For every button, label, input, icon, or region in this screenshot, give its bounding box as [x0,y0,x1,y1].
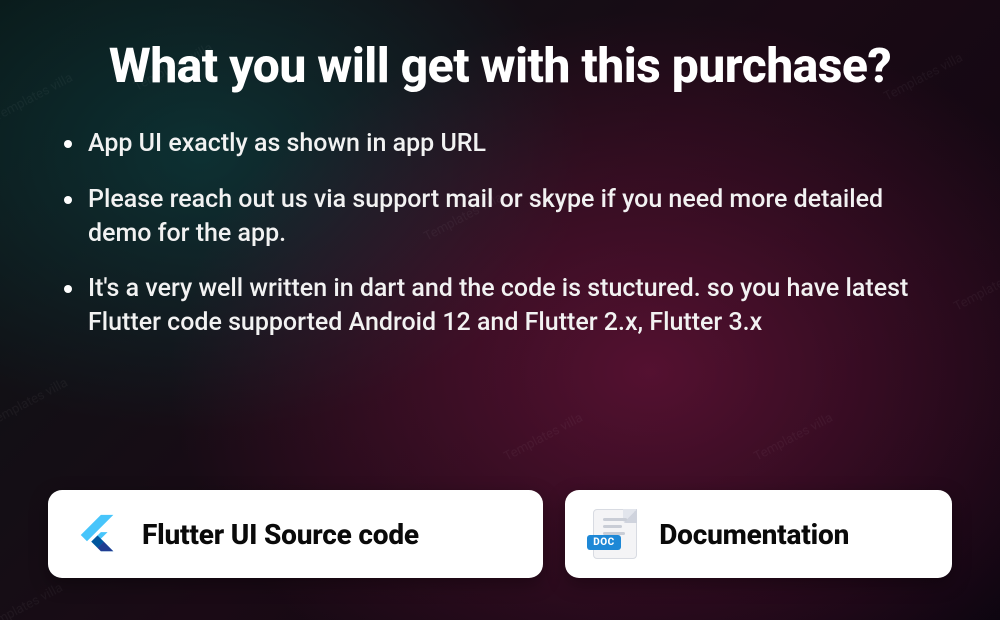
watermark-text: Templates villa [952,260,1000,314]
card-documentation: DOC Documentation [565,490,952,578]
flutter-icon [72,508,124,560]
cards-row: Flutter UI Source code DOC Documentation [48,490,952,578]
list-item: Please reach out us via support mail or … [60,183,952,251]
card-source-code: Flutter UI Source code [48,490,543,578]
card-label: Documentation [659,518,849,551]
page-title: What you will get with this purchase? [48,38,952,93]
card-label: Flutter UI Source code [142,518,419,551]
feature-list: App UI exactly as shown in app URL Pleas… [48,127,952,480]
watermark-text: Templates villa [0,580,65,620]
list-item: It's a very well written in dart and the… [60,272,952,340]
doc-icon: DOC [589,508,641,560]
list-item: App UI exactly as shown in app URL [60,127,952,161]
doc-badge: DOC [587,535,620,550]
